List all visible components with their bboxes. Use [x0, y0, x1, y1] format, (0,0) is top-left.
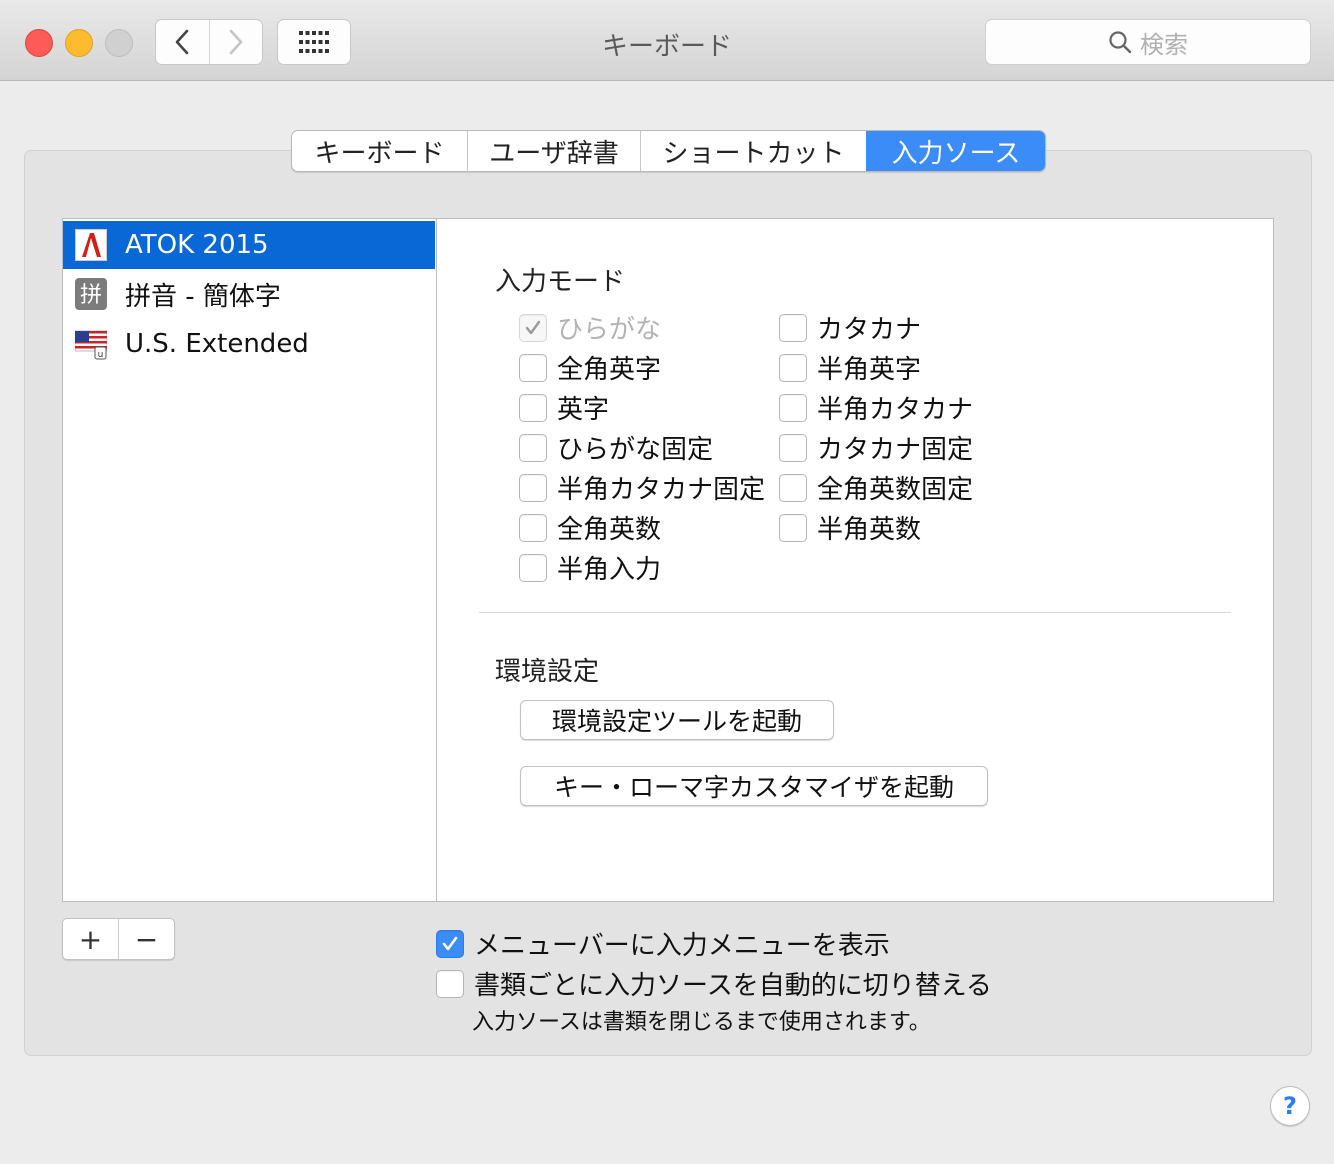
checkbox-label: カタカナ固定 [817, 435, 974, 465]
checkbox-show-input-menu[interactable]: メニューバーに入力メニューを表示 [436, 925, 890, 962]
checkbox-fullwidth-alnum[interactable]: 全角英数 [519, 509, 661, 546]
help-button[interactable]: ? [1270, 1086, 1310, 1126]
checkbox-label: 書類ごとに入力ソースを自動的に切り替える [474, 971, 992, 1001]
checkbox-halfwidth-alpha[interactable]: 半角英字 [779, 349, 921, 386]
checkbox-label: 全角英字 [557, 355, 662, 385]
input-mode-heading: 入力モード [495, 267, 626, 297]
checkbox-fullwidth-alnum-fixed[interactable]: 全角英数固定 [779, 469, 973, 506]
checkbox-label: カタカナ [817, 315, 922, 345]
checkbox-label: ひらがな固定 [557, 435, 714, 465]
checkbox-box[interactable] [436, 929, 464, 958]
checkbox-box[interactable] [436, 969, 464, 998]
checkbox-box[interactable] [519, 353, 547, 382]
checkbox-hiragana[interactable]: ひらがな [519, 309, 661, 346]
us-flag-icon: u [75, 330, 107, 360]
checkbox-fullwidth-alpha[interactable]: 全角英字 [519, 349, 661, 386]
tab-keyboard[interactable]: キーボード [292, 131, 467, 171]
checkbox-box[interactable] [779, 393, 807, 422]
tab-input-sources[interactable]: 入力ソース [866, 131, 1045, 171]
checkbox-box[interactable] [519, 433, 547, 462]
checkbox-box[interactable] [779, 433, 807, 462]
tab-shortcuts[interactable]: ショートカット [640, 131, 866, 171]
search-icon [1109, 31, 1132, 54]
source-item-atok[interactable]: ATOK 2015 [63, 221, 435, 269]
checkbox-box[interactable] [519, 393, 547, 422]
pinyin-icon: 拼 [75, 278, 107, 310]
checkbox-label: 半角入力 [557, 555, 662, 585]
checkmark-icon [525, 320, 541, 334]
checkbox-box[interactable] [779, 513, 807, 542]
source-settings-pane: 入力モード ひらがな 全角英字 英字 ひらがな固定 半角カタカナ固定 全角英数 … [436, 218, 1274, 902]
checkbox-box[interactable] [519, 473, 547, 502]
title-bar: キーボード 検索 [0, 0, 1334, 81]
checkbox-label: 全角英数固定 [817, 475, 974, 505]
section-divider [479, 612, 1231, 613]
svg-text:u: u [98, 350, 104, 360]
auto-switch-note: 入力ソースは書類を閉じるまで使用されます。 [472, 1010, 931, 1035]
checkbox-label: 半角英字 [817, 355, 922, 385]
source-label: ATOK 2015 [125, 230, 269, 260]
add-source-button[interactable]: + [63, 919, 118, 959]
checkbox-box[interactable] [519, 553, 547, 582]
source-item-us-extended[interactable]: u U.S. Extended [63, 320, 435, 368]
checkbox-auto-switch-source[interactable]: 書類ごとに入力ソースを自動的に切り替える [436, 965, 992, 1002]
source-label: 拼音 - 簡体字 [125, 281, 281, 312]
launch-romaji-customizer-button[interactable]: キー・ローマ字カスタマイザを起動 [520, 766, 988, 806]
remove-source-button[interactable]: − [118, 919, 174, 959]
source-item-pinyin[interactable]: 拼 拼音 - 簡体字 [63, 270, 435, 318]
checkbox-label: メニューバーに入力メニューを表示 [474, 931, 890, 961]
list-add-remove-group: + − [62, 918, 175, 960]
checkbox-katakana-fixed[interactable]: カタカナ固定 [779, 429, 973, 466]
checkbox-halfwidth-katakana-fixed[interactable]: 半角カタカナ固定 [519, 469, 765, 506]
checkbox-box[interactable] [519, 313, 547, 342]
tab-bar: キーボード ユーザ辞書 ショートカット 入力ソース [291, 130, 1046, 172]
checkmark-icon [442, 936, 458, 950]
checkbox-halfwidth-katakana[interactable]: 半角カタカナ [779, 389, 973, 426]
svg-text:拼: 拼 [80, 283, 102, 308]
checkbox-box[interactable] [779, 313, 807, 342]
checkbox-katakana[interactable]: カタカナ [779, 309, 921, 346]
launch-preferences-tool-button[interactable]: 環境設定ツールを起動 [520, 700, 834, 740]
checkbox-box[interactable] [779, 353, 807, 382]
search-placeholder: 検索 [1140, 30, 1188, 59]
checkbox-label: 英字 [557, 395, 610, 425]
atok-icon [75, 229, 107, 261]
checkbox-label: 半角カタカナ固定 [557, 475, 766, 505]
checkbox-hiragana-fixed[interactable]: ひらがな固定 [519, 429, 713, 466]
input-source-list[interactable]: ATOK 2015 拼 拼音 - 簡体字 u U.S. Extended [62, 218, 437, 902]
checkbox-alpha[interactable]: 英字 [519, 389, 609, 426]
checkbox-box[interactable] [519, 513, 547, 542]
checkbox-box[interactable] [779, 473, 807, 502]
search-field[interactable]: 検索 [985, 19, 1311, 65]
checkbox-halfwidth-input[interactable]: 半角入力 [519, 549, 661, 586]
source-label: U.S. Extended [125, 329, 309, 359]
preferences-heading: 環境設定 [495, 657, 600, 687]
tab-user-dictionary[interactable]: ユーザ辞書 [467, 131, 640, 171]
checkbox-label: ひらがな [557, 315, 662, 345]
checkbox-label: 半角英数 [817, 515, 922, 545]
checkbox-label: 半角カタカナ [817, 395, 974, 425]
checkbox-label: 全角英数 [557, 515, 662, 545]
checkbox-halfwidth-alnum[interactable]: 半角英数 [779, 509, 921, 546]
